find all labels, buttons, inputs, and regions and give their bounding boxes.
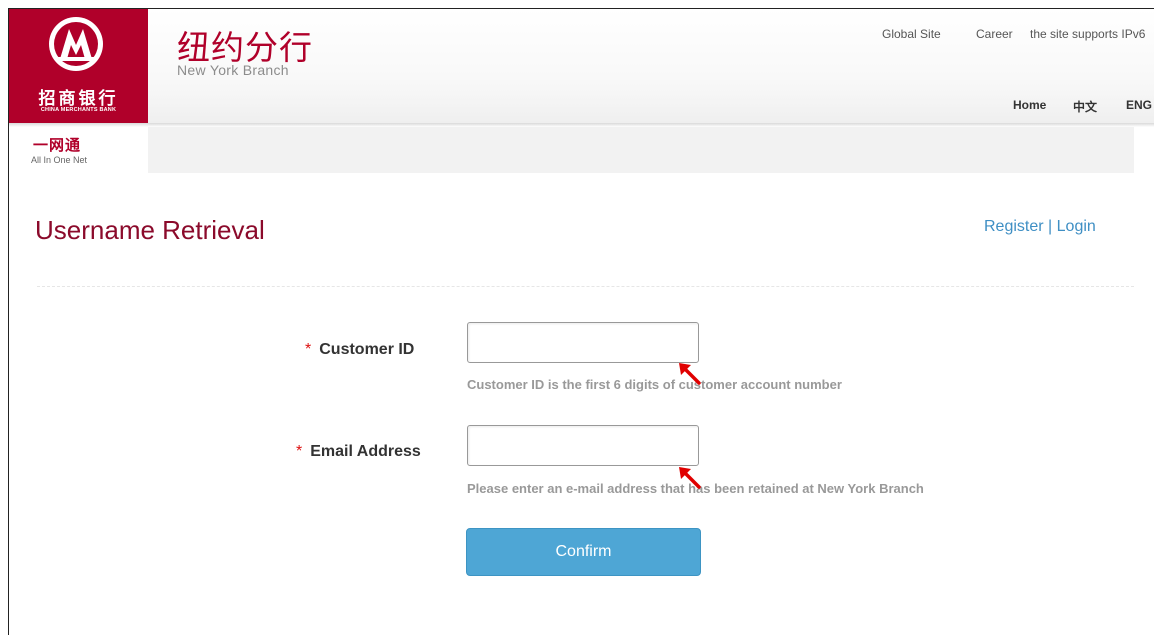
page-title: Username Retrieval — [35, 215, 265, 245]
cmb-logo-icon — [49, 17, 103, 71]
customer-id-input[interactable] — [467, 322, 699, 363]
email-label-text: Email Address — [310, 443, 421, 460]
logo-english-text: CHINA MERCHANTS BANK — [40, 107, 117, 113]
email-input[interactable] — [467, 425, 699, 466]
register-link[interactable]: Register — [984, 218, 1044, 235]
ipv6-notice: the site supports IPv6 — [1030, 27, 1146, 41]
branch-title-en: New York Branch — [177, 62, 289, 78]
annotation-arrow-icon — [679, 467, 701, 489]
register-login-links: Register | Login — [984, 218, 1096, 236]
customer-id-label: * Customer ID — [305, 341, 414, 359]
logo-chinese-text: 招商银行 — [38, 89, 119, 109]
required-mark: * — [305, 341, 312, 358]
link-separator: | — [1048, 218, 1053, 235]
login-link[interactable]: Login — [1057, 218, 1096, 235]
confirm-button[interactable]: Confirm — [466, 528, 701, 576]
email-label: * Email Address — [296, 443, 421, 461]
divider — [37, 286, 1134, 287]
tab-label-en: All In One Net — [31, 155, 88, 165]
global-site-link[interactable]: Global Site — [882, 27, 941, 41]
subnav-bar — [148, 127, 1134, 173]
annotation-arrow-icon — [679, 363, 701, 385]
customer-id-hint: Customer ID is the first 6 digits of cus… — [467, 377, 842, 392]
career-link[interactable]: Career — [976, 27, 1013, 41]
tab-label-cn: 一网通 — [33, 137, 82, 154]
page-frame: 招商银行 CHINA MERCHANTS BANK 纽约分行 New York … — [8, 8, 1154, 635]
nav-english[interactable]: ENG — [1126, 98, 1152, 112]
required-mark: * — [296, 443, 303, 460]
customer-id-label-text: Customer ID — [319, 341, 415, 358]
nav-home[interactable]: Home — [1013, 98, 1046, 112]
bank-logo[interactable]: 招商银行 CHINA MERCHANTS BANK — [9, 9, 148, 123]
nav-chinese[interactable]: 中文 — [1073, 98, 1097, 115]
